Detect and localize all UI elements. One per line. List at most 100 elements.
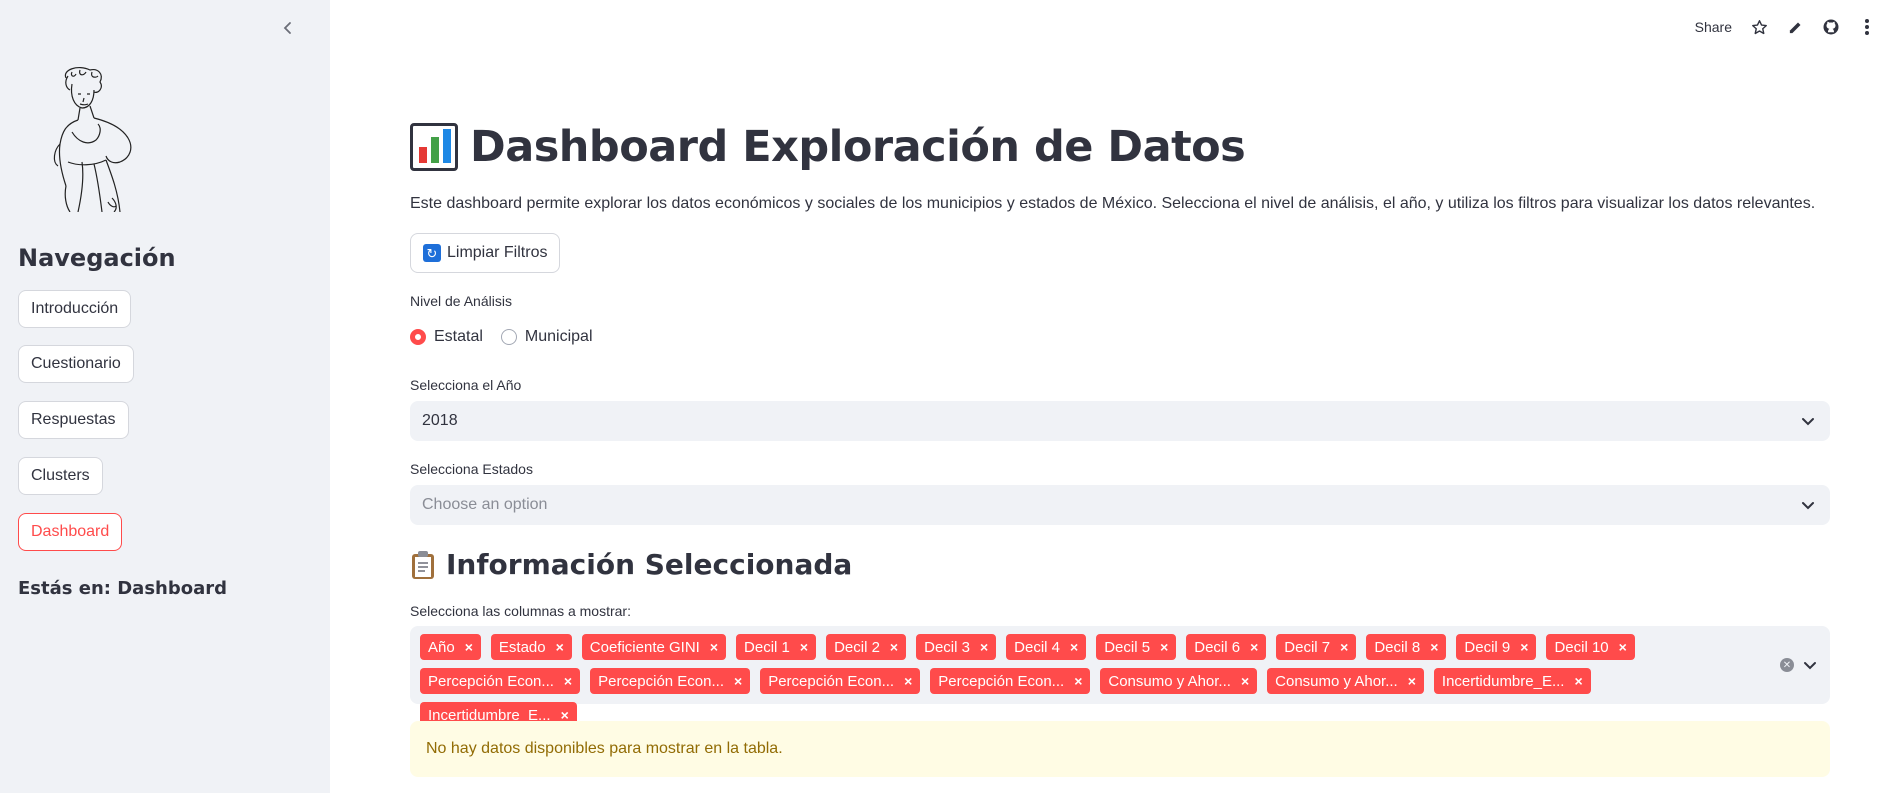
tag-label: Decil 4: [1014, 638, 1061, 656]
column-tag: Decil 9 ×: [1456, 634, 1537, 660]
remove-tag-icon[interactable]: ×: [890, 639, 898, 655]
remove-tag-icon[interactable]: ×: [1074, 673, 1082, 689]
columns-select-label: Selecciona las columnas a mostrar:: [410, 603, 631, 619]
column-tag: Consumo y Ahor... ×: [1267, 668, 1424, 694]
page-description: Este dashboard permite explorar los dato…: [410, 195, 1816, 212]
radio-municipal-label: Municipal: [524, 328, 593, 345]
column-tag: Decil 8 ×: [1366, 634, 1447, 660]
column-tag: Año ×: [420, 634, 481, 660]
columns-multiselect[interactable]: Año × Estado × Coeficiente GINI × Decil 1 × …: [410, 626, 1830, 728]
states-select-label: Selecciona Estados: [410, 461, 533, 477]
column-tag: Decil 6 ×: [1186, 634, 1267, 660]
year-select[interactable]: 2018: [410, 401, 1830, 441]
sidebar-item-respuestas[interactable]: Respuestas: [18, 401, 129, 439]
clear-all-icon[interactable]: ✕: [1780, 658, 1794, 672]
column-tag: Percepción Econ... ×: [420, 668, 581, 694]
clear-filters-button[interactable]: ↻ Limpiar Filtros: [410, 233, 561, 273]
tag-label: Decil 9: [1464, 638, 1511, 656]
section-title-row: Información Seleccionada: [410, 548, 852, 581]
remove-tag-icon[interactable]: ×: [1241, 673, 1249, 689]
tag-label: Decil 1: [744, 638, 790, 656]
year-select-label: Selecciona el Año: [410, 377, 522, 393]
radio-estatal-label: Estatal: [434, 328, 483, 345]
tag-label: Decil 3: [924, 638, 970, 656]
clipboard-icon: [412, 550, 434, 579]
tag-label: Año: [428, 638, 455, 656]
remove-tag-icon[interactable]: ×: [1430, 639, 1438, 655]
remove-tag-icon[interactable]: ×: [465, 639, 473, 655]
remove-tag-icon[interactable]: ×: [1619, 639, 1627, 655]
remove-tag-icon[interactable]: ×: [734, 673, 742, 689]
column-tag: Consumo y Ahor... ×: [1100, 668, 1258, 694]
main-content: Dashboard Exploración de Datos Este dash…: [410, 0, 1830, 793]
column-tag: Decil 10 ×: [1546, 634, 1635, 660]
remove-tag-icon[interactable]: ×: [800, 639, 808, 655]
column-tag: Coeficiente GINI ×: [581, 634, 727, 660]
section-title: Información Seleccionada: [446, 548, 853, 581]
tag-label: Coeficiente GINI: [589, 638, 700, 656]
remove-tag-icon[interactable]: ×: [564, 673, 572, 689]
radio-municipal[interactable]: Municipal: [500, 328, 593, 346]
remove-tag-icon[interactable]: ×: [1250, 639, 1258, 655]
remove-tag-icon[interactable]: ×: [1520, 639, 1528, 655]
tag-label: Percepción Econ...: [428, 672, 554, 690]
tag-label: Decil 7: [1284, 638, 1331, 656]
states-select[interactable]: Choose an option: [410, 485, 1830, 525]
remove-tag-icon[interactable]: ×: [1160, 639, 1168, 655]
column-tag: Estado ×: [490, 634, 572, 660]
tag-label: Estado: [498, 638, 546, 656]
analysis-level-label: Nivel de Análisis: [410, 293, 512, 309]
chevron-down-icon[interactable]: [1802, 657, 1818, 673]
year-select-value: 2018: [422, 412, 458, 429]
column-tag: Decil 5 ×: [1096, 634, 1177, 660]
more-vertical-icon[interactable]: [1858, 18, 1876, 36]
column-tag: Decil 7 ×: [1276, 634, 1357, 660]
remove-tag-icon[interactable]: ×: [1340, 639, 1348, 655]
column-tag: Percepción Econ... ×: [760, 668, 921, 694]
column-tag: Decil 4 ×: [1006, 634, 1087, 660]
tag-label: Percepción Econ...: [938, 672, 1065, 690]
radio-checked-icon: [410, 329, 426, 345]
page-title-row: Dashboard Exploración de Datos: [410, 122, 1246, 172]
avatar: [53, 66, 132, 212]
tag-label: Decil 6: [1194, 638, 1241, 656]
tag-label: Decil 2: [834, 638, 880, 656]
collapse-sidebar-button[interactable]: [278, 18, 298, 38]
remove-tag-icon[interactable]: ×: [980, 639, 988, 655]
column-tag: Percepción Econ... ×: [930, 668, 1091, 694]
tag-label: Incertidumbre_E...: [1441, 672, 1565, 690]
bar-chart-icon: [410, 123, 458, 171]
refresh-icon: ↻: [423, 244, 441, 262]
tag-label: Decil 10: [1554, 638, 1609, 656]
tag-label: Decil 5: [1104, 638, 1151, 656]
tag-label: Consumo y Ahor...: [1275, 672, 1398, 690]
remove-tag-icon[interactable]: ×: [710, 639, 718, 655]
chevron-left-icon: [283, 22, 291, 34]
radio-estatal[interactable]: Estatal: [410, 328, 483, 346]
tag-label: Percepción Econ...: [768, 672, 895, 690]
sidebar-item-dashboard[interactable]: Dashboard: [18, 513, 123, 551]
current-location-text: Estás en: Dashboard: [18, 578, 228, 599]
radio-unchecked-icon: [500, 329, 517, 345]
sidebar-item-clusters[interactable]: Clusters: [18, 457, 103, 495]
sidebar: Navegación Introducción Cuestionario Res…: [0, 0, 330, 793]
column-tag: Decil 3 ×: [916, 634, 997, 660]
navigation-title: Navegación: [18, 244, 176, 272]
no-data-alert: No hay datos disponibles para mostrar en…: [410, 721, 1830, 777]
page-title: Dashboard Exploración de Datos: [470, 122, 1246, 172]
remove-tag-icon[interactable]: ×: [904, 673, 912, 689]
remove-tag-icon[interactable]: ×: [556, 639, 564, 655]
tag-label: Percepción Econ...: [598, 672, 724, 690]
clear-filters-label: Limpiar Filtros: [447, 244, 548, 261]
chevron-down-icon: [1802, 418, 1814, 426]
remove-tag-icon[interactable]: ×: [1408, 673, 1416, 689]
column-tag: Incertidumbre_E... ×: [1433, 668, 1591, 694]
sidebar-item-cuestionario[interactable]: Cuestionario: [18, 345, 134, 383]
remove-tag-icon[interactable]: ×: [1070, 639, 1078, 655]
alert-text: No hay datos disponibles para mostrar en…: [426, 740, 783, 757]
tag-label: Consumo y Ahor...: [1108, 672, 1231, 690]
column-tag: Decil 1 ×: [736, 634, 817, 660]
sidebar-item-introduccion[interactable]: Introducción: [18, 290, 132, 328]
tag-label: Decil 8: [1374, 638, 1421, 656]
remove-tag-icon[interactable]: ×: [1574, 673, 1582, 689]
